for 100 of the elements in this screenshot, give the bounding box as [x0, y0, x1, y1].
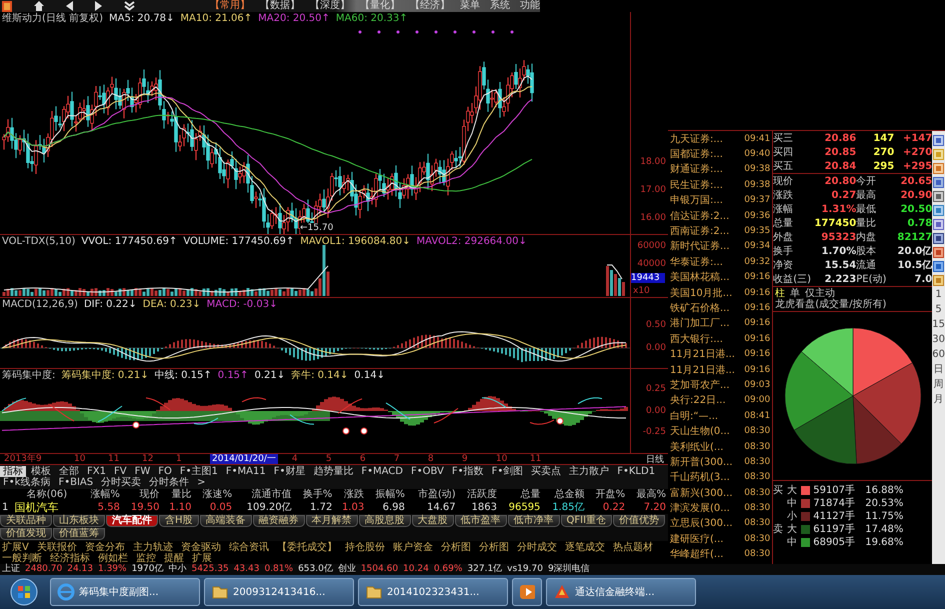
function-link[interactable]: 主力轨迹 [132, 542, 173, 553]
indicator-tab[interactable]: F•剑图 [488, 466, 526, 477]
sector-tab[interactable]: 含H股 [159, 515, 199, 527]
column-header[interactable]: 振幅% [366, 489, 407, 501]
toolbar-icon[interactable] [933, 233, 944, 244]
news-headline[interactable]: 国都证券:... [670, 147, 723, 162]
sector-tab[interactable]: 价值优势 [613, 515, 666, 527]
indicator-tab[interactable]: F•财星 [270, 466, 308, 477]
period-button[interactable]: 30 [932, 334, 945, 346]
indicator-tab[interactable]: F•指数 [448, 466, 487, 477]
panel-tab[interactable]: 龙虎看盘(成交量/按所有) [775, 299, 886, 310]
news-headline[interactable]: 美国林花稿... [670, 270, 730, 284]
function-link[interactable]: 经济指标 [50, 553, 90, 564]
column-header[interactable]: 换手% [294, 489, 334, 501]
indicator-tab[interactable]: FW [132, 466, 154, 477]
function-link[interactable]: 分析图 [440, 542, 471, 553]
function-link[interactable]: 【委托成交】 [276, 542, 337, 553]
forward-icon[interactable] [95, 1, 102, 11]
indicator-tab[interactable]: 分时条件 [146, 477, 192, 488]
news-headline[interactable]: 民生证券:... [670, 178, 723, 192]
news-headline[interactable]: 11月21日港... [670, 347, 735, 362]
sector-tab[interactable]: 低市净率 [508, 515, 560, 527]
toolbar-icon[interactable] [933, 191, 944, 202]
indicator-tab[interactable]: FV [110, 466, 130, 477]
news-headline[interactable]: 西大银行:... [670, 332, 723, 346]
function-link[interactable]: 资金驱动 [180, 542, 221, 553]
news-headline[interactable]: 九天证券:... [670, 132, 723, 146]
news-headline[interactable]: 铁矿石价格... [670, 300, 730, 315]
stock-name[interactable]: 国机汽车 [12, 501, 82, 514]
sector-tab[interactable]: 山东板块 [53, 515, 105, 527]
column-header[interactable]: 开盘% [586, 489, 628, 501]
news-headline[interactable]: 美利纸业(... [670, 440, 724, 454]
period-button[interactable]: 60 [932, 349, 945, 361]
news-headline[interactable]: 央行:22日... [670, 393, 726, 408]
news-headline[interactable]: 芝加哥农产... [670, 378, 730, 392]
indicator-tab[interactable]: F•MA11 [222, 466, 269, 477]
toolbar-icon[interactable] [933, 135, 944, 146]
function-link[interactable]: 扩展V [2, 542, 29, 553]
indicator-tab[interactable]: 主力散户 [566, 466, 612, 477]
sector-tab[interactable]: 高股息股 [358, 515, 411, 527]
taskbar-button[interactable]: 筹码集中度副图... [50, 578, 200, 606]
menu-tab[interactable]: 【量化】 [360, 0, 400, 12]
indicator-tab[interactable]: 买卖点 [528, 466, 564, 477]
sector-tab[interactable]: 融资融券 [252, 515, 305, 527]
period-button[interactable]: 日 [934, 364, 944, 376]
function-link[interactable]: 综合资讯 [228, 542, 269, 553]
function-link[interactable]: 扩展 [192, 553, 212, 564]
function-link[interactable]: 热点题材 [612, 542, 653, 553]
news-headline[interactable]: 富新兴(300... [670, 486, 733, 500]
news-headline[interactable]: 信达证券:2... [670, 208, 730, 223]
taskbar-button[interactable]: 通达信金融终端... [546, 578, 696, 606]
period-button[interactable]: 15 [932, 319, 945, 331]
function-link[interactable]: 一般判断 [2, 553, 42, 564]
function-link[interactable]: 例如栏 [98, 553, 128, 564]
sector-tab[interactable]: 本月解禁 [306, 515, 358, 527]
column-header[interactable]: 名称(06) [12, 489, 82, 501]
indicator-tab[interactable]: FX1 [84, 466, 109, 477]
news-headline[interactable]: 11月21日港... [670, 362, 735, 377]
indicator-tab[interactable]: F•MACD [358, 466, 406, 477]
sector-tab[interactable]: QFII重仓 [560, 515, 612, 527]
function-link[interactable]: 分时成交 [516, 542, 557, 553]
taskbar-button[interactable] [512, 578, 542, 606]
indicator-tab[interactable]: F•k线条病 [0, 477, 54, 488]
toolbar-icon[interactable] [933, 261, 944, 272]
indicator-tab[interactable]: F•OBV [408, 466, 447, 477]
sector-tab[interactable]: 关联品种 [0, 515, 52, 527]
indicator-tab[interactable]: 趋势量比 [310, 466, 356, 477]
news-headline[interactable]: 申银万国:... [670, 193, 723, 208]
period-button[interactable]: 5 [935, 304, 942, 316]
column-header[interactable]: 市盈(动) [406, 489, 458, 501]
toolbar-icon[interactable] [933, 205, 944, 216]
function-link[interactable]: 分析图 [478, 542, 509, 553]
period-button[interactable]: 1 [935, 289, 942, 301]
home-icon[interactable] [34, 1, 44, 11]
sector-tab[interactable]: 低市盈率 [454, 515, 507, 527]
function-link[interactable]: 逐笔成交 [564, 542, 605, 553]
indicator-tab[interactable]: > [194, 477, 208, 488]
column-header[interactable]: 量比 [162, 489, 194, 501]
news-headline[interactable]: 天山生物(0... [670, 424, 730, 438]
function-link[interactable]: 提醒 [164, 553, 184, 564]
column-header[interactable]: 活跃度 [458, 489, 499, 501]
panel-tab[interactable]: 单 [790, 288, 800, 299]
sector-tab[interactable]: 大盘股 [412, 515, 454, 527]
menu-tab[interactable]: 【常用】 [210, 0, 250, 12]
sector-tab[interactable]: 价值发现 [0, 528, 52, 540]
function-link[interactable]: 资金分布 [84, 542, 125, 553]
back-icon[interactable] [66, 1, 73, 11]
app-logo-icon[interactable] [2, 0, 12, 12]
column-header[interactable]: 涨速% [193, 489, 234, 501]
news-headline[interactable]: 华泰证券:... [670, 254, 723, 269]
panel-tab[interactable]: 柱 [775, 288, 786, 299]
toolbar-icon[interactable] [933, 219, 944, 230]
period-button[interactable]: 月 [934, 394, 944, 406]
indicator-tab[interactable]: F•BIAS [55, 477, 96, 488]
news-headline[interactable]: 新开普(300... [670, 454, 733, 469]
indicator-tab[interactable]: 分时买卖 [98, 477, 144, 488]
news-headline[interactable]: 白明:“—... [670, 408, 718, 423]
column-header[interactable]: 涨跌 [334, 489, 366, 501]
column-header[interactable]: 最高% [627, 489, 668, 501]
sector-tab[interactable]: 高端装备 [200, 515, 252, 527]
